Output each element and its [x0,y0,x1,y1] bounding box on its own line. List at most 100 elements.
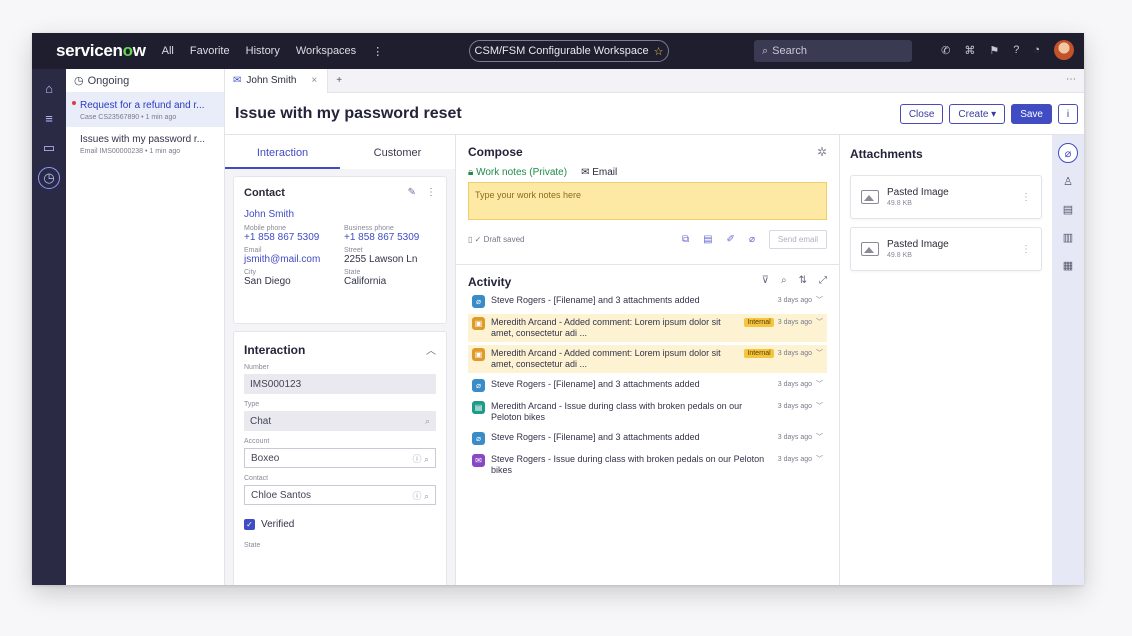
activity-meta: Internal 3 days ago ﹀ [744,317,823,327]
sort-icon[interactable]: ⇅ [799,275,807,289]
verified-checkbox[interactable]: ✓ Verified [244,519,436,530]
activity-item[interactable]: ⌀ Steve Rogers - [Filename] and 3 attach… [468,376,827,395]
mobile-phone-link[interactable]: +1 858 867 5309 [244,232,336,243]
chevron-down-icon[interactable]: ﹀ [816,348,823,358]
tab-interaction[interactable]: Interaction [225,135,340,169]
interaction-section-header[interactable]: Interaction ︿ [244,342,436,358]
expand-icon[interactable]: ⤢ [819,275,827,289]
list-icon[interactable]: ≡ [38,107,60,129]
nav-history[interactable]: History [246,45,280,58]
close-button[interactable]: Close [899,104,944,124]
paperclip-icon[interactable]: ⌀ [1058,143,1078,163]
contact-card-header: Contact ✎ ⋮ [244,187,436,199]
lookup-icons[interactable]: ⓘ ⌕ [412,489,429,502]
user-avatar[interactable] [1054,40,1074,60]
tab-customer[interactable]: Customer [340,135,455,169]
save-button[interactable]: Save [1011,104,1052,124]
more-vertical-icon[interactable]: ⋮ [1021,192,1031,203]
servicenow-logo[interactable]: servicenow [56,41,146,61]
chevron-down-icon[interactable]: ﹀ [816,454,823,464]
history-icon[interactable]: ◷ [38,167,60,189]
activity-item[interactable]: ▣ Meredith Arcand - Added comment: Lorem… [468,314,827,342]
settings-icon[interactable]: ✲ [817,145,827,159]
activity-time: 3 days ago [777,318,812,326]
field-label: Account [244,438,270,445]
details-pane: Interaction Customer Contact ✎ ⋮ John Sm… [225,135,456,585]
more-vertical-icon[interactable]: ⋮ [426,187,436,199]
home-icon[interactable]: ⌂ [38,77,60,99]
format-icon[interactable]: ✐ [727,234,735,245]
conversation-item-password[interactable]: Issues with my password r... Email IMS00… [66,127,224,161]
activity-item[interactable]: ▣ Meredith Arcand - Added comment: Lorem… [468,345,827,373]
info-button[interactable]: i [1058,104,1078,124]
conversation-list-header[interactable]: ◷ Ongoing [66,69,224,93]
clipboard-icon[interactable]: ▥ [1058,227,1078,247]
interaction-section-title: Interaction [244,342,306,357]
type-input[interactable]: Chat ⌕ [244,411,436,431]
conversation-item-refund[interactable]: Request for a refund and r... Case CS235… [66,93,224,127]
tab-work-notes[interactable]: 🔒︎ Work notes (Private) [468,167,567,178]
chevron-down-icon[interactable]: ﹀ [816,317,823,327]
attachment-card[interactable]: Pasted Image 49.8 KB ⋮ [850,227,1042,271]
flag-icon[interactable]: ⚑ [989,44,999,57]
contact-name-link[interactable]: John Smith [244,209,436,220]
edit-icon[interactable]: ✎ [408,187,416,199]
close-icon[interactable]: × [311,75,317,86]
chevron-down-icon[interactable]: ﹀ [816,379,823,389]
more-vertical-icon[interactable]: ⋮ [1021,244,1031,255]
filter-icon[interactable]: ⊽ [762,275,769,289]
tab-email[interactable]: ✉ Email [581,167,617,178]
add-tab-button[interactable]: + [336,75,342,86]
nav-workspaces[interactable]: Workspaces [296,45,356,58]
business-phone-link[interactable]: +1 858 867 5309 [344,232,436,243]
help-icon[interactable]: ? [1013,44,1019,56]
chat-icon[interactable]: ⌘ [964,44,975,57]
search-icon[interactable]: ⌕ [425,416,430,427]
nav-favorite[interactable]: Favorite [190,45,230,58]
attachment-info: Pasted Image 49.8 KB [887,239,1013,259]
bell-icon[interactable]: ◔ [1033,44,1040,56]
lookup-icons[interactable]: ⓘ ⌕ [412,452,429,465]
draft-status: ▯ ✓ Draft saved [468,235,525,244]
image-icon [861,190,879,204]
search-icon[interactable]: ⌕ [781,275,787,289]
document-icon[interactable]: ▤ [1058,199,1078,219]
phone-icon[interactable]: ✆ [941,44,950,57]
attach-icon[interactable]: ⌀ [749,234,755,245]
compose-tools: ⧉ ▤ ✐ ⌀ Send email [682,230,827,249]
work-notes-input[interactable]: Type your work notes here [468,182,827,220]
more-icon[interactable]: ⋯ [1066,74,1076,85]
account-input[interactable]: Boxeo ⓘ ⌕ [244,448,436,468]
activity-item[interactable]: ⌀ Steve Rogers - [Filename] and 3 attach… [468,292,827,311]
tab-john-smith[interactable]: ✉ John Smith × [225,68,329,93]
inbox-icon[interactable]: ▭ [38,137,60,159]
activity-item[interactable]: ✉ Steve Rogers - Issue during class with… [468,451,827,479]
number-field: Number IMS000123 [244,364,436,394]
star-icon[interactable]: ☆ [654,45,664,58]
tab-label: John Smith [246,75,297,86]
workspace-selector[interactable]: CSM/FSM Configurable Workspace ☆ [469,40,669,62]
nav-all[interactable]: All [162,45,174,58]
external-link-icon[interactable]: ⧉ [682,234,689,245]
number-input[interactable]: IMS000123 [244,374,436,394]
template-icon[interactable]: ▤ [703,234,712,245]
contact-input[interactable]: Chloe Santos ⓘ ⌕ [244,485,436,505]
chevron-down-icon[interactable]: ﹀ [816,401,823,411]
knowledge-icon[interactable]: ♙ [1058,171,1078,191]
create-button[interactable]: Create ▾ [949,104,1006,124]
activity-meta: 3 days ago ﹀ [778,454,823,464]
city-value: San Diego [244,276,291,287]
send-email-button[interactable]: Send email [768,230,827,249]
field-label: City [244,269,257,276]
internal-badge: Internal [744,348,774,358]
email-link[interactable]: jsmith@mail.com [244,254,336,265]
layers-icon[interactable]: ▦ [1058,255,1078,275]
activity-item[interactable]: ⌀ Steve Rogers - [Filename] and 3 attach… [468,429,827,448]
chevron-up-icon[interactable]: ︿ [426,342,436,357]
chevron-down-icon[interactable]: ﹀ [816,432,823,442]
attachment-card[interactable]: Pasted Image 49.8 KB ⋮ [850,175,1042,219]
chevron-down-icon[interactable]: ﹀ [816,295,823,305]
global-search-input[interactable]: ⌕ Search [754,40,912,62]
nav-more-icon[interactable]: ⋮ [372,45,383,58]
activity-item[interactable]: ▤ Meredith Arcand - Issue during class w… [468,398,827,426]
